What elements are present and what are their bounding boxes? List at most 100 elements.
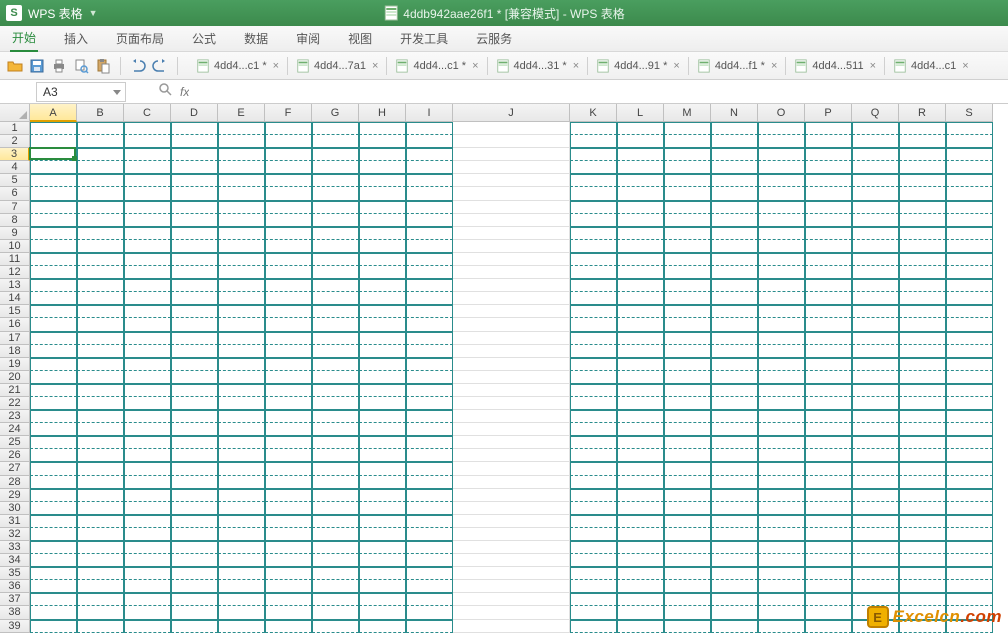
- cell[interactable]: [171, 292, 218, 305]
- cell[interactable]: [758, 122, 805, 135]
- cell[interactable]: [453, 384, 570, 397]
- close-icon[interactable]: ×: [870, 60, 876, 72]
- cell[interactable]: [406, 606, 453, 619]
- cell[interactable]: [946, 174, 993, 187]
- column-header[interactable]: R: [899, 104, 946, 122]
- cell[interactable]: [899, 410, 946, 423]
- cell[interactable]: [711, 332, 758, 345]
- cell[interactable]: [711, 318, 758, 331]
- cell[interactable]: [406, 227, 453, 240]
- cell[interactable]: [359, 305, 406, 318]
- cell[interactable]: [617, 567, 664, 580]
- cell[interactable]: [946, 384, 993, 397]
- cell[interactable]: [570, 201, 617, 214]
- cell[interactable]: [77, 292, 124, 305]
- cell[interactable]: [453, 135, 570, 148]
- cell[interactable]: [218, 515, 265, 528]
- cell[interactable]: [265, 593, 312, 606]
- cell[interactable]: [617, 449, 664, 462]
- cell[interactable]: [312, 606, 359, 619]
- column-header[interactable]: S: [946, 104, 993, 122]
- cell[interactable]: [664, 397, 711, 410]
- cell[interactable]: [852, 541, 899, 554]
- cell[interactable]: [30, 554, 77, 567]
- cell[interactable]: [359, 358, 406, 371]
- cell[interactable]: [406, 358, 453, 371]
- cell[interactable]: [77, 423, 124, 436]
- cell[interactable]: [453, 476, 570, 489]
- cell[interactable]: [711, 161, 758, 174]
- cell[interactable]: [453, 161, 570, 174]
- cell[interactable]: [77, 266, 124, 279]
- cell[interactable]: [805, 148, 852, 161]
- cell[interactable]: [124, 502, 171, 515]
- cell[interactable]: [124, 580, 171, 593]
- cell[interactable]: [124, 227, 171, 240]
- cell[interactable]: [617, 227, 664, 240]
- cell[interactable]: [124, 305, 171, 318]
- cell[interactable]: [30, 502, 77, 515]
- cell[interactable]: [265, 554, 312, 567]
- cell[interactable]: [711, 292, 758, 305]
- cell[interactable]: [664, 227, 711, 240]
- cell[interactable]: [359, 436, 406, 449]
- cell[interactable]: [453, 253, 570, 266]
- cell[interactable]: [77, 580, 124, 593]
- cell[interactable]: [617, 541, 664, 554]
- cell[interactable]: [946, 449, 993, 462]
- cell[interactable]: [265, 397, 312, 410]
- cell[interactable]: [758, 161, 805, 174]
- cell[interactable]: [570, 462, 617, 475]
- cell[interactable]: [852, 187, 899, 200]
- cell[interactable]: [899, 358, 946, 371]
- cell-grid[interactable]: [30, 122, 993, 633]
- cell[interactable]: [77, 371, 124, 384]
- menu-data[interactable]: 数据: [242, 28, 270, 49]
- cell[interactable]: [852, 554, 899, 567]
- cell[interactable]: [77, 397, 124, 410]
- cell[interactable]: [359, 174, 406, 187]
- cell[interactable]: [711, 240, 758, 253]
- cell[interactable]: [758, 423, 805, 436]
- cell[interactable]: [312, 489, 359, 502]
- cell[interactable]: [805, 567, 852, 580]
- cell[interactable]: [711, 423, 758, 436]
- cell[interactable]: [312, 279, 359, 292]
- cell[interactable]: [570, 397, 617, 410]
- cell[interactable]: [711, 606, 758, 619]
- cell[interactable]: [664, 148, 711, 161]
- cell[interactable]: [218, 174, 265, 187]
- cell[interactable]: [359, 528, 406, 541]
- cell[interactable]: [265, 174, 312, 187]
- cell[interactable]: [77, 502, 124, 515]
- cell[interactable]: [453, 345, 570, 358]
- cell[interactable]: [805, 620, 852, 633]
- row-header[interactable]: 37: [0, 593, 30, 606]
- cell[interactable]: [570, 449, 617, 462]
- cell[interactable]: [265, 384, 312, 397]
- cell[interactable]: [312, 253, 359, 266]
- document-tab[interactable]: 4dd4...c1×: [891, 57, 971, 75]
- cell[interactable]: [453, 502, 570, 515]
- cell[interactable]: [312, 436, 359, 449]
- cell[interactable]: [664, 187, 711, 200]
- cell[interactable]: [805, 580, 852, 593]
- cell[interactable]: [30, 620, 77, 633]
- cell[interactable]: [30, 476, 77, 489]
- cell[interactable]: [852, 318, 899, 331]
- cell[interactable]: [171, 554, 218, 567]
- cell[interactable]: [899, 345, 946, 358]
- cell[interactable]: [946, 135, 993, 148]
- cell[interactable]: [30, 174, 77, 187]
- cell[interactable]: [265, 279, 312, 292]
- cell[interactable]: [218, 436, 265, 449]
- cell[interactable]: [617, 423, 664, 436]
- cell[interactable]: [758, 148, 805, 161]
- cell[interactable]: [570, 567, 617, 580]
- cell[interactable]: [359, 502, 406, 515]
- cell[interactable]: [77, 567, 124, 580]
- cell[interactable]: [406, 240, 453, 253]
- cell[interactable]: [570, 345, 617, 358]
- cell[interactable]: [758, 580, 805, 593]
- cell[interactable]: [570, 580, 617, 593]
